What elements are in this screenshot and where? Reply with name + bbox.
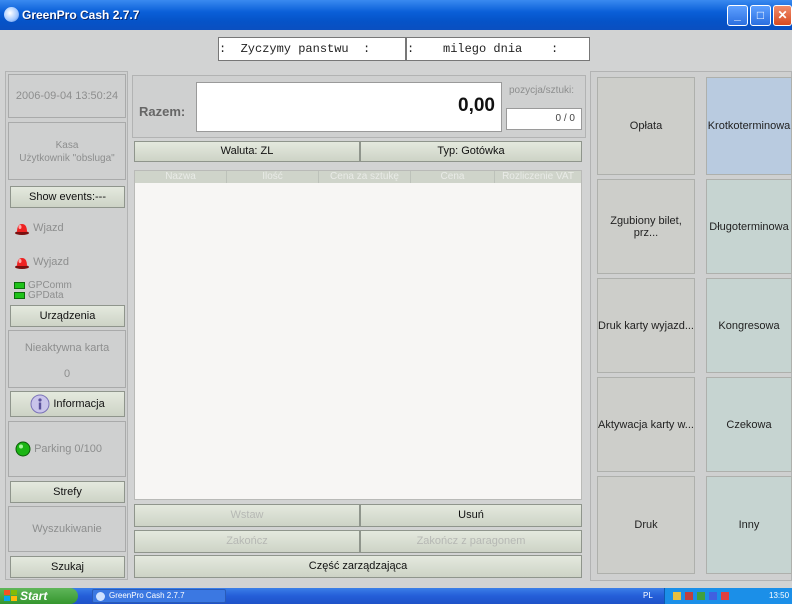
tray-icon[interactable]: [697, 592, 705, 600]
led-icon: [14, 291, 25, 299]
management-button[interactable]: Część zarządzająca: [134, 555, 582, 578]
remove-button[interactable]: Usuń: [360, 504, 582, 527]
items-table[interactable]: Nazwa Ilość Cena za sztukę Cena Rozlicze…: [134, 170, 582, 500]
activate-card-button[interactable]: Aktywacja karty w...: [597, 377, 695, 472]
app-icon: [96, 592, 105, 601]
info-button[interactable]: Informacja: [10, 391, 125, 417]
column-header[interactable]: Cena: [411, 171, 495, 183]
tray-icon[interactable]: [685, 592, 693, 600]
currency-selector[interactable]: Waluta: ZL: [134, 141, 360, 162]
zones-button[interactable]: Strefy: [10, 481, 125, 503]
maximize-button[interactable]: □: [750, 5, 771, 26]
datetime-label: 2006-09-04 13:50:24: [8, 74, 126, 118]
short-term-button[interactable]: Krotkoterminowa: [706, 77, 792, 175]
exit-label: Wyjazd: [33, 256, 70, 268]
language-indicator[interactable]: PL: [643, 588, 653, 604]
column-header[interactable]: Rozliczenie VAT: [495, 171, 581, 183]
table-header: Nazwa Ilość Cena za sztukę Cena Rozlicze…: [135, 171, 581, 183]
lost-ticket-button[interactable]: Zgubiony bilet, prz...: [597, 179, 695, 274]
print-exit-card-button[interactable]: Druk karty wyjazd...: [597, 278, 695, 373]
gpdata-status: GPData: [14, 291, 64, 301]
show-events-button[interactable]: Show events:---: [10, 186, 125, 208]
long-term-button[interactable]: Długoterminowa: [706, 179, 792, 274]
check-button[interactable]: Czekowa: [706, 377, 792, 472]
exit-indicator: Wyjazd: [14, 254, 69, 270]
start-button[interactable]: Start: [0, 588, 78, 604]
card-status-label: Nieaktywna karta: [24, 342, 110, 354]
message-left: : Zyczymy panstwu :: [218, 37, 406, 61]
status-light-icon: [15, 441, 31, 457]
card-box: Nieaktywna karta 0: [8, 330, 126, 388]
clock[interactable]: 13:50: [769, 588, 789, 604]
title-bar: GreenPro Cash 2.7.7 _ □ ✕: [0, 0, 792, 30]
insert-button[interactable]: Wstaw: [134, 504, 360, 527]
led-icon: [14, 281, 25, 289]
print-button[interactable]: Druk: [597, 476, 695, 574]
fee-button[interactable]: Opłata: [597, 77, 695, 175]
close-button[interactable]: ✕: [773, 5, 792, 26]
finish-receipt-button[interactable]: Zakończ z paragonem: [360, 530, 582, 553]
kasa-label: Kasa: [55, 140, 79, 151]
message-right: : milego dnia :: [406, 37, 590, 61]
count-label: pozycja/sztuki:: [509, 85, 575, 96]
system-tray: PL 13:50: [643, 588, 792, 604]
column-header[interactable]: Nazwa: [135, 171, 227, 183]
tray-icon[interactable]: [721, 592, 729, 600]
search-label: Wyszukiwanie: [8, 506, 126, 552]
start-label: Start: [20, 589, 48, 603]
taskbar-app-label: GreenPro Cash 2.7.7: [109, 591, 185, 600]
alarm-light-icon: [15, 258, 29, 270]
payment-type-selector[interactable]: Typ: Gotówka: [360, 141, 582, 162]
total-amount: 0,00: [458, 95, 495, 116]
entry-indicator: Wjazd: [14, 220, 64, 236]
column-header[interactable]: Cena za sztukę: [319, 171, 411, 183]
alarm-light-icon: [15, 224, 29, 236]
total-display: 0,00: [196, 82, 502, 132]
congress-button[interactable]: Kongresowa: [706, 278, 792, 373]
gpdata-label: GPData: [28, 290, 64, 301]
parking-label: Parking 0/100: [34, 443, 102, 455]
windows-logo-icon: [4, 590, 17, 601]
taskbar-app-button[interactable]: GreenPro Cash 2.7.7: [92, 589, 226, 603]
app-icon: [4, 7, 19, 22]
devices-button[interactable]: Urządzenia: [10, 305, 125, 327]
entry-label: Wjazd: [33, 222, 64, 234]
taskbar: Start GreenPro Cash 2.7.7 PL 13:50: [0, 588, 792, 604]
info-icon: [30, 394, 50, 414]
search-button[interactable]: Szukaj: [10, 556, 125, 578]
window-title: GreenPro Cash 2.7.7: [22, 8, 140, 22]
card-value: 0: [63, 368, 71, 380]
total-label: Razem:: [139, 104, 186, 119]
user-label: Użytkownik "obsluga": [19, 153, 115, 164]
info-label: Informacja: [53, 398, 105, 410]
tray-icon[interactable]: [673, 592, 681, 600]
count-value: 0 / 0: [506, 108, 582, 130]
other-button[interactable]: Inny: [706, 476, 792, 574]
cashier-box: Kasa Użytkownik "obsluga": [8, 122, 126, 180]
finish-button[interactable]: Zakończ: [134, 530, 360, 553]
parking-box: Parking 0/100: [8, 421, 126, 477]
minimize-button[interactable]: _: [727, 5, 748, 26]
tray-icon[interactable]: [709, 592, 717, 600]
message-bar: : Zyczymy panstwu : : milego dnia :: [0, 30, 792, 69]
column-header[interactable]: Ilość: [227, 171, 319, 183]
